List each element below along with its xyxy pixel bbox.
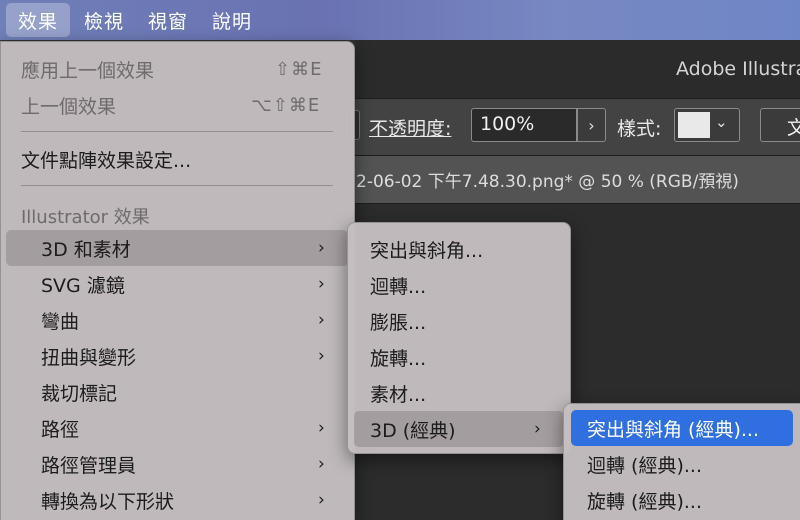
menu-item-rotate-classic[interactable]: 旋轉 (經典)...: [571, 482, 793, 518]
chevron-down-icon: ⌄: [715, 113, 728, 131]
menu-item-label: 3D (經典): [370, 419, 456, 442]
style-dropdown[interactable]: ⌄: [674, 108, 740, 142]
menu-item-label: 突出與斜角...: [370, 239, 484, 262]
menu-item-label: 應用上一個效果: [21, 59, 155, 82]
submenu-3d-classic: 突出與斜角 (經典)... 迴轉 (經典)... 旋轉 (經典)...: [563, 403, 800, 520]
style-swatch: [678, 112, 710, 138]
chevron-right-icon: ›: [588, 115, 595, 135]
chevron-right-icon: ›: [318, 238, 325, 258]
chevron-right-icon: ›: [318, 454, 325, 474]
menu-item-label: 旋轉...: [370, 347, 427, 370]
chevron-right-icon: ›: [318, 490, 325, 510]
menu-item-label: 路徑管理員: [41, 454, 137, 477]
menu-item-revolve[interactable]: 迴轉...: [354, 267, 564, 303]
opacity-input[interactable]: 100%: [471, 108, 577, 142]
menu-item-apply-last-effect: 應用上一個效果 ⇧⌘E: [7, 51, 347, 87]
menu-item-label: SVG 濾鏡: [41, 274, 125, 297]
shortcut-label: ⇧⌘E: [275, 58, 323, 80]
menu-item-materials[interactable]: 素材...: [354, 375, 564, 411]
section-header-illustrator-effects: Illustrator 效果: [21, 207, 150, 228]
menubar-help[interactable]: 說明: [200, 0, 264, 40]
menu-item-path[interactable]: 路徑 ›: [6, 410, 348, 446]
effect-menu: 應用上一個效果 ⇧⌘E 上一個效果 ⌥⇧⌘E 文件點陣效果設定... Illus…: [0, 41, 355, 520]
menu-separator: [21, 185, 333, 186]
menu-item-document-raster-settings[interactable]: 文件點陣效果設定...: [7, 141, 347, 177]
menu-item-3d-classic[interactable]: 3D (經典) ›: [354, 411, 564, 447]
menu-item-crop-marks[interactable]: 裁切標記: [6, 374, 348, 410]
menu-item-distort-and-transform[interactable]: 扭曲與變形 ›: [6, 338, 348, 374]
menu-item-last-effect: 上一個效果 ⌥⇧⌘E: [7, 87, 347, 123]
menu-item-label: 迴轉...: [370, 275, 427, 298]
menu-item-pathfinder[interactable]: 路徑管理員 ›: [6, 446, 348, 482]
menu-item-label: 迴轉 (經典)...: [587, 454, 702, 477]
menu-item-revolve-classic[interactable]: 迴轉 (經典)...: [571, 446, 793, 482]
chevron-right-icon: ›: [318, 418, 325, 438]
style-label: 樣式:: [617, 118, 662, 140]
menu-item-label: 3D 和素材: [41, 238, 131, 261]
menu-item-label: 素材...: [370, 383, 427, 406]
menu-item-label: 扭曲與變形: [41, 346, 137, 369]
menu-bar: 效果 檢視 視窗 說明: [0, 0, 800, 40]
app-title: Adobe Illustrator: [676, 58, 800, 80]
menu-item-extrude-bevel[interactable]: 突出與斜角...: [354, 231, 564, 267]
chevron-right-icon: ›: [318, 346, 325, 366]
menu-item-convert-to-shape[interactable]: 轉換為以下形狀 ›: [6, 482, 348, 518]
menu-item-label: 彎曲: [41, 310, 80, 333]
menu-separator: [21, 131, 333, 132]
menubar-window[interactable]: 視窗: [136, 0, 200, 40]
menu-item-warp[interactable]: 彎曲 ›: [6, 302, 348, 338]
menu-item-inflate[interactable]: 膨脹...: [354, 303, 564, 339]
menu-item-label: 文件點陣效果設定...: [21, 149, 192, 172]
document-tab[interactable]: 2-06-02 下午7.48.30.png* @ 50 % (RGB/預視): [356, 167, 739, 192]
menu-item-label: 路徑: [41, 418, 80, 441]
menu-item-label: 旋轉 (經典)...: [587, 490, 702, 513]
menu-item-svg-filters[interactable]: SVG 濾鏡 ›: [6, 266, 348, 302]
menu-item-label: 突出與斜角 (經典)...: [587, 418, 759, 441]
chevron-right-icon: ›: [318, 310, 325, 330]
chevron-right-icon: ›: [318, 274, 325, 294]
menu-item-extrude-bevel-classic[interactable]: 突出與斜角 (經典)...: [571, 410, 793, 446]
control-bar-text-button[interactable]: 文: [760, 108, 800, 142]
menu-item-label: 轉換為以下形狀: [41, 490, 175, 513]
submenu-3d-and-materials: 突出與斜角... 迴轉... 膨脹... 旋轉... 素材... 3D (經典)…: [347, 222, 571, 454]
menubar-view[interactable]: 檢視: [72, 0, 136, 40]
menu-item-label: 膨脹...: [370, 311, 427, 334]
menu-item-label: 上一個效果: [21, 95, 117, 118]
opacity-arrow-button[interactable]: ›: [577, 108, 606, 142]
shortcut-label: ⌥⇧⌘E: [251, 94, 321, 116]
menu-item-label: 裁切標記: [41, 382, 118, 405]
menubar-effect[interactable]: 效果: [6, 3, 71, 37]
opacity-label[interactable]: 不透明度:: [369, 114, 451, 141]
menu-item-3d-and-materials[interactable]: 3D 和素材 ›: [6, 230, 348, 266]
menu-item-rotate[interactable]: 旋轉...: [354, 339, 564, 375]
chevron-right-icon: ›: [534, 419, 541, 439]
